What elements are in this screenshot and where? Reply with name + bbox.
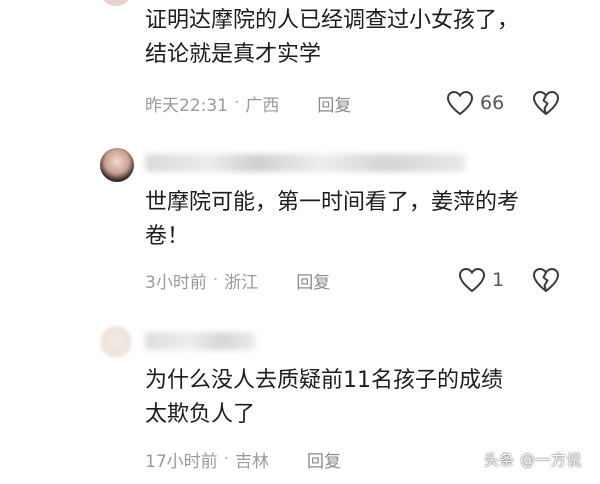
like-count: 1 [492,269,505,291]
comment-text: 为什么没人去质疑前11名孩子的成绩 太欺负人了 [145,368,503,427]
broken-heart-icon [532,90,560,116]
comment-actions: 1 [458,265,560,295]
comment-time: 昨天22:31 [145,95,228,116]
comment-location: 浙江 [224,272,259,293]
heart-outline-icon [446,90,474,116]
comment-meta: 昨天22:31 · 广西 回复 [145,88,351,118]
like-count: 66 [480,92,505,114]
comment-text: 证明达摩院的人已经调查过小女孩了， 结论就是真才实学 [145,8,520,67]
comment-time: 17小时前 [145,451,218,472]
like-button[interactable]: 1 [458,267,510,293]
reply-button[interactable]: 回复 [317,91,351,116]
comment-list: 证明达摩院的人已经调查过小女孩了， 结论就是真才实学 昨天22:31 · 广西 … [0,0,600,484]
avatar[interactable] [100,326,132,358]
comment-actions: 66 [446,88,560,118]
comment-item: 世摩院可能，第一时间看了，姜萍的考 卷！ 3小时前 · 浙江 回复 1 [0,140,600,305]
blurred-username [145,154,465,172]
comment-text: 世摩院可能，第一时间看了，姜萍的考 卷！ [145,190,520,249]
comment-item: 证明达摩院的人已经调查过小女孩了， 结论就是真才实学 昨天22:31 · 广西 … [0,0,600,130]
comment-time: 3小时前 [145,272,207,293]
broken-heart-icon [532,267,560,293]
avatar[interactable] [100,0,132,6]
comment-location: 广西 [245,95,280,116]
comment-location: 吉林 [235,451,270,472]
dislike-button[interactable] [532,90,560,116]
blurred-username [145,332,255,350]
meta-separator: · [223,449,230,469]
heart-outline-icon [458,267,486,293]
watermark: 头条 @一方说 [483,451,582,469]
avatar[interactable] [100,148,134,182]
dislike-button[interactable] [532,267,560,293]
reply-button[interactable]: 回复 [296,268,330,293]
meta-separator: · [234,93,240,113]
comment-meta: 17小时前 · 吉林 回复 [145,444,341,474]
meta-separator: · [212,270,219,290]
like-button[interactable]: 66 [446,90,510,116]
comment-meta: 3小时前 · 浙江 回复 [145,265,330,295]
reply-button[interactable]: 回复 [307,447,341,472]
